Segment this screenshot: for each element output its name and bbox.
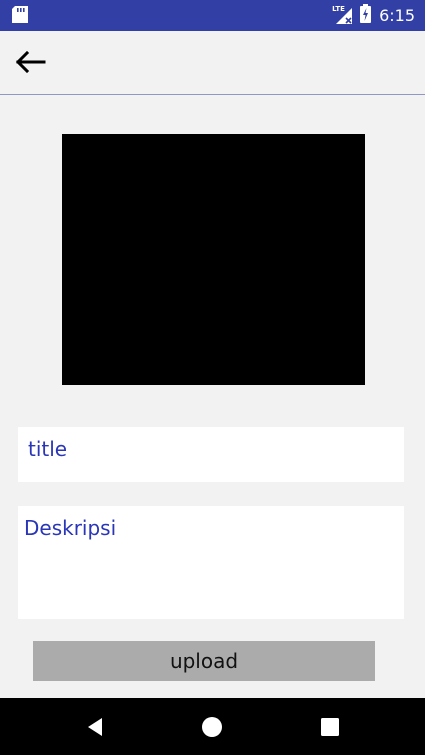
status-time: 6:15 (379, 5, 415, 25)
toolbar (0, 31, 425, 95)
status-icons: LTE 6:15 (332, 3, 415, 27)
nav-home-button[interactable] (197, 712, 227, 742)
sd-card-icon (12, 6, 28, 27)
upload-button-label: upload (169, 649, 239, 673)
signal-icon: LTE (332, 5, 354, 25)
image-preview[interactable] (62, 134, 365, 385)
description-input[interactable]: Deskripsi (18, 506, 404, 619)
status-bar: LTE 6:15 (0, 0, 425, 31)
home-circle-icon (202, 717, 222, 737)
nav-recents-button[interactable] (315, 712, 345, 742)
title-input[interactable]: title (18, 427, 404, 482)
back-triangle-icon (88, 718, 102, 736)
nav-back-button[interactable] (80, 712, 110, 742)
title-placeholder: title (28, 437, 68, 461)
description-placeholder: Deskripsi (24, 516, 117, 540)
arrow-left-icon (15, 51, 46, 73)
navigation-bar (0, 698, 425, 755)
upload-button[interactable]: upload (33, 641, 375, 681)
battery-charging-icon (360, 3, 372, 27)
back-button[interactable] (10, 46, 50, 78)
recents-square-icon (321, 718, 339, 736)
